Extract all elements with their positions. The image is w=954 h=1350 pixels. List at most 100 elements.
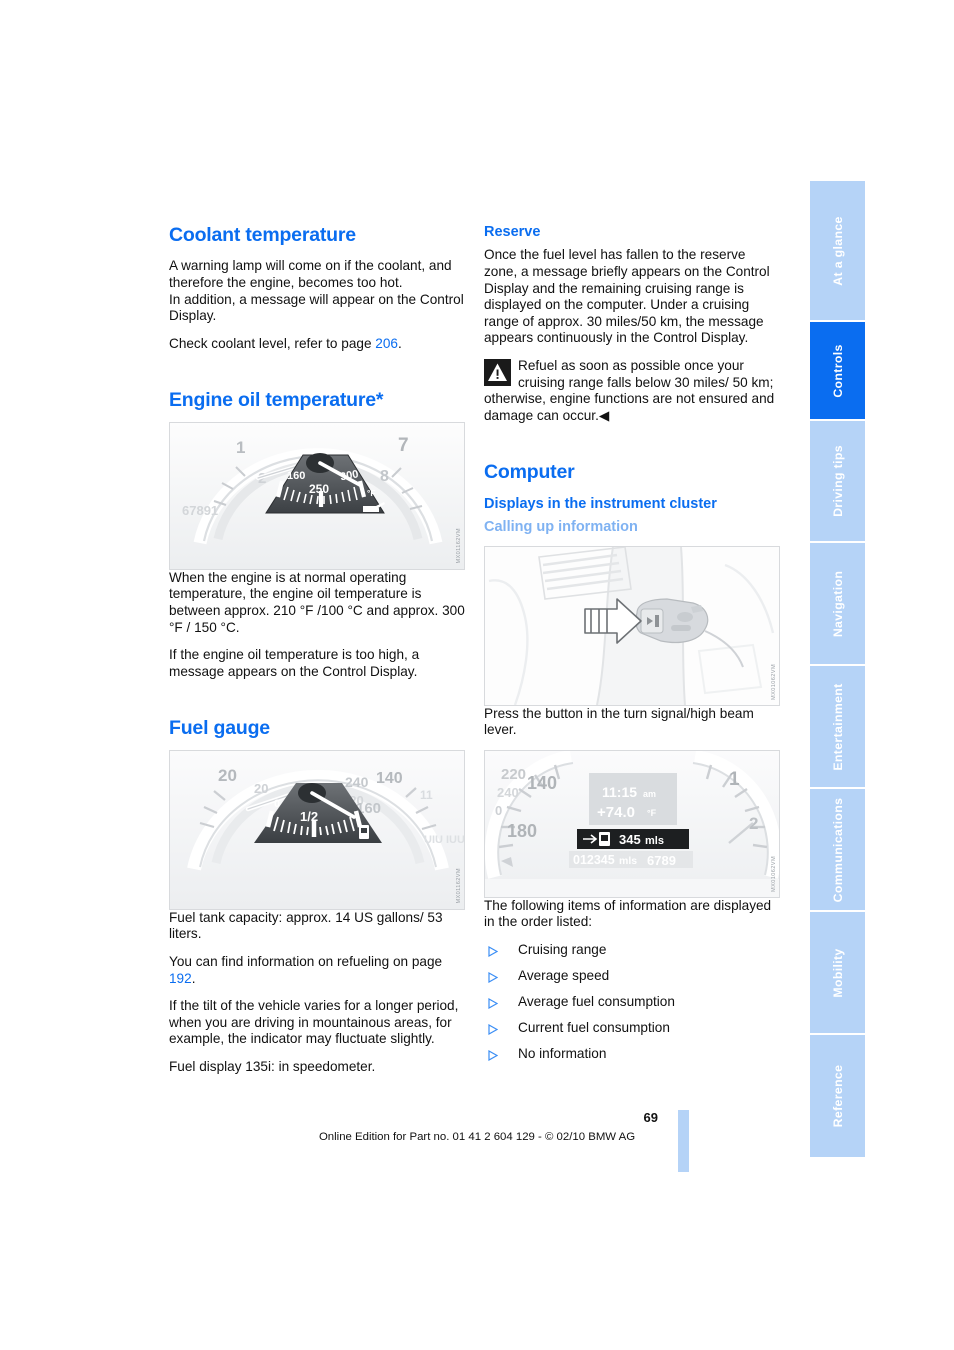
svg-text:1: 1 <box>729 769 740 790</box>
svg-text:8: 8 <box>380 468 389 485</box>
svg-text:345: 345 <box>619 832 641 847</box>
chapter-sidebar: At a glance Controls Driving tips Naviga… <box>810 181 865 1159</box>
manual-page: Coolant temperature A warning lamp will … <box>0 0 954 1350</box>
sidebar-tab-label: At a glance <box>830 215 845 286</box>
sidebar-tab-label: Navigation <box>830 570 845 637</box>
sidebar-tab-label: Entertainment <box>830 682 845 771</box>
page-number: 69 <box>643 1110 658 1125</box>
svg-text:0: 0 <box>495 803 502 818</box>
svg-text:20: 20 <box>254 781 268 796</box>
heading-computer: Computer <box>484 461 575 484</box>
svg-text:1: 1 <box>236 438 245 457</box>
heading-displays-in-instrument-cluster: Displays in the instrument cluster <box>484 495 717 512</box>
page-reference-206[interactable]: 206 <box>375 336 398 351</box>
sidebar-tab-controls[interactable]: Controls <box>810 322 865 419</box>
svg-text:140: 140 <box>527 773 557 793</box>
footer-copyright: Online Edition for Part no. 01 41 2 604 … <box>318 1131 636 1143</box>
lever-caption: Press the button in the turn signal/high… <box>484 705 754 738</box>
sidebar-tab-label: Communications <box>830 797 845 902</box>
oil-paragraph-1: When the engine is at normal operating t… <box>169 569 465 635</box>
lever-svg <box>485 546 779 705</box>
sidebar-tab-label: Controls <box>830 343 845 398</box>
svg-text:160: 160 <box>287 470 305 482</box>
fuel-paragraph-3: If the tilt of the vehicle varies for a … <box>169 998 459 1047</box>
list-item-label: Cruising range <box>518 941 607 957</box>
svg-text:mls: mls <box>619 855 637 867</box>
sidebar-tab-entertainment[interactable]: Entertainment <box>810 666 865 787</box>
svg-text:180: 180 <box>507 821 537 841</box>
list-item: Current fuel consumption <box>484 1020 780 1037</box>
fuel-ref-post: . <box>191 970 196 986</box>
oil-paragraph-2: If the engine oil temperature is too hig… <box>169 647 420 679</box>
svg-text:6789: 6789 <box>647 853 676 868</box>
fuel-gauge-svg: 20 20 240 140 220 160 11 UIU IUU <box>170 750 465 909</box>
list-item: No information <box>484 1046 780 1063</box>
list-item: Average fuel consumption <box>484 994 780 1011</box>
svg-text:67891: 67891 <box>182 503 218 518</box>
figure-engine-oil-temperature-gauge: 1 2 7 8 67891 <box>169 421 465 570</box>
heading-engine-oil-temperature: Engine oil temperature* <box>169 389 384 412</box>
left-column: Coolant temperature A warning lamp will … <box>169 224 465 1076</box>
figure-instrument-cluster-display: 220 240 140 0 180 1 2 11:15 am +74.0 °F … <box>484 749 780 898</box>
sidebar-tab-label: Mobility <box>830 947 845 998</box>
figure-fuel-gauge: 20 20 240 140 220 160 11 UIU IUU <box>169 749 465 910</box>
page-reference-192[interactable]: 192 <box>169 971 192 986</box>
svg-text:0: 0 <box>274 798 280 810</box>
svg-text:220: 220 <box>501 766 526 783</box>
figure-turn-signal-lever: MX01062VM <box>484 545 780 706</box>
sidebar-tab-driving-tips[interactable]: Driving tips <box>810 421 865 541</box>
fuel-ref-pre: You can find information on refueling on… <box>169 953 443 969</box>
footer-blue-bar <box>678 1110 689 1172</box>
svg-text:°F: °F <box>647 808 657 818</box>
heading-reserve: Reserve <box>484 224 541 240</box>
list-item-label: Average fuel consumption <box>518 994 675 1010</box>
sidebar-tab-label: Reference <box>830 1064 845 1128</box>
fuel-gauge-artwork: 20 20 240 140 220 160 11 UIU IUU <box>170 750 465 909</box>
coolant-paragraph-ref: Check coolant level, refer to page 206. <box>169 336 465 353</box>
svg-text:20: 20 <box>218 766 237 785</box>
oil-gauge-svg: 1 2 7 8 67891 <box>170 422 464 569</box>
list-item-label: Current fuel consumption <box>518 1020 670 1036</box>
computer-list-intro: The following items of information are d… <box>484 897 772 930</box>
warning-triangle-icon <box>484 358 511 386</box>
sidebar-tab-communications[interactable]: Communications <box>810 789 865 910</box>
svg-text:240: 240 <box>497 785 519 800</box>
coolant-paragraph-1: A warning lamp will come on if the coola… <box>169 258 465 324</box>
coolant-ref-post: . <box>397 335 402 351</box>
sidebar-tab-mobility[interactable]: Mobility <box>810 912 865 1033</box>
fuel-paragraph-ref: You can find information on refueling on… <box>169 954 465 987</box>
fuel-paragraph-1: Fuel tank capacity: approx. 14 US gallon… <box>169 909 443 942</box>
figure-code: MX01162VM <box>456 868 462 904</box>
sidebar-tab-at-a-glance[interactable]: At a glance <box>810 181 865 320</box>
coolant-p2-text: In addition, a message will appear on th… <box>169 291 464 324</box>
coolant-ref-pre: Check coolant level, refer to page <box>169 335 376 351</box>
right-column: Reserve Once the fuel level has fallen t… <box>484 224 780 1072</box>
svg-text:012345: 012345 <box>573 853 615 867</box>
figure-code: MX01062VM <box>771 663 777 700</box>
heading-calling-up-information: Calling up information <box>484 519 638 536</box>
svg-text:UIU IUU: UIU IUU <box>424 834 465 846</box>
list-item-label: Average speed <box>518 968 610 983</box>
svg-text:1/2: 1/2 <box>300 809 318 824</box>
figure-code: MX01162VM <box>456 528 462 564</box>
svg-text:11:15: 11:15 <box>602 784 637 800</box>
svg-text:7: 7 <box>398 435 409 456</box>
sidebar-tab-navigation[interactable]: Navigation <box>810 543 865 664</box>
heading-coolant-temperature: Coolant temperature <box>169 224 356 246</box>
svg-text:250: 250 <box>309 482 329 496</box>
cluster-svg: 220 240 140 0 180 1 2 11:15 am +74.0 °F … <box>485 750 779 897</box>
list-item: Average speed <box>484 968 780 985</box>
list-item: Cruising range <box>484 942 780 959</box>
svg-text:140: 140 <box>376 770 403 787</box>
svg-text:°F: °F <box>367 488 376 498</box>
reserve-warning-note: Refuel as soon as possible once your cru… <box>484 358 780 424</box>
svg-text:am: am <box>643 789 656 799</box>
reserve-paragraph-1: Once the fuel level has fallen to the re… <box>484 247 770 346</box>
heading-fuel-gauge: Fuel gauge <box>169 717 270 740</box>
svg-text:+74.0: +74.0 <box>597 804 635 821</box>
list-item-label: No information <box>518 1046 607 1062</box>
reserve-warning-text: Refuel as soon as possible once your cru… <box>484 357 775 423</box>
